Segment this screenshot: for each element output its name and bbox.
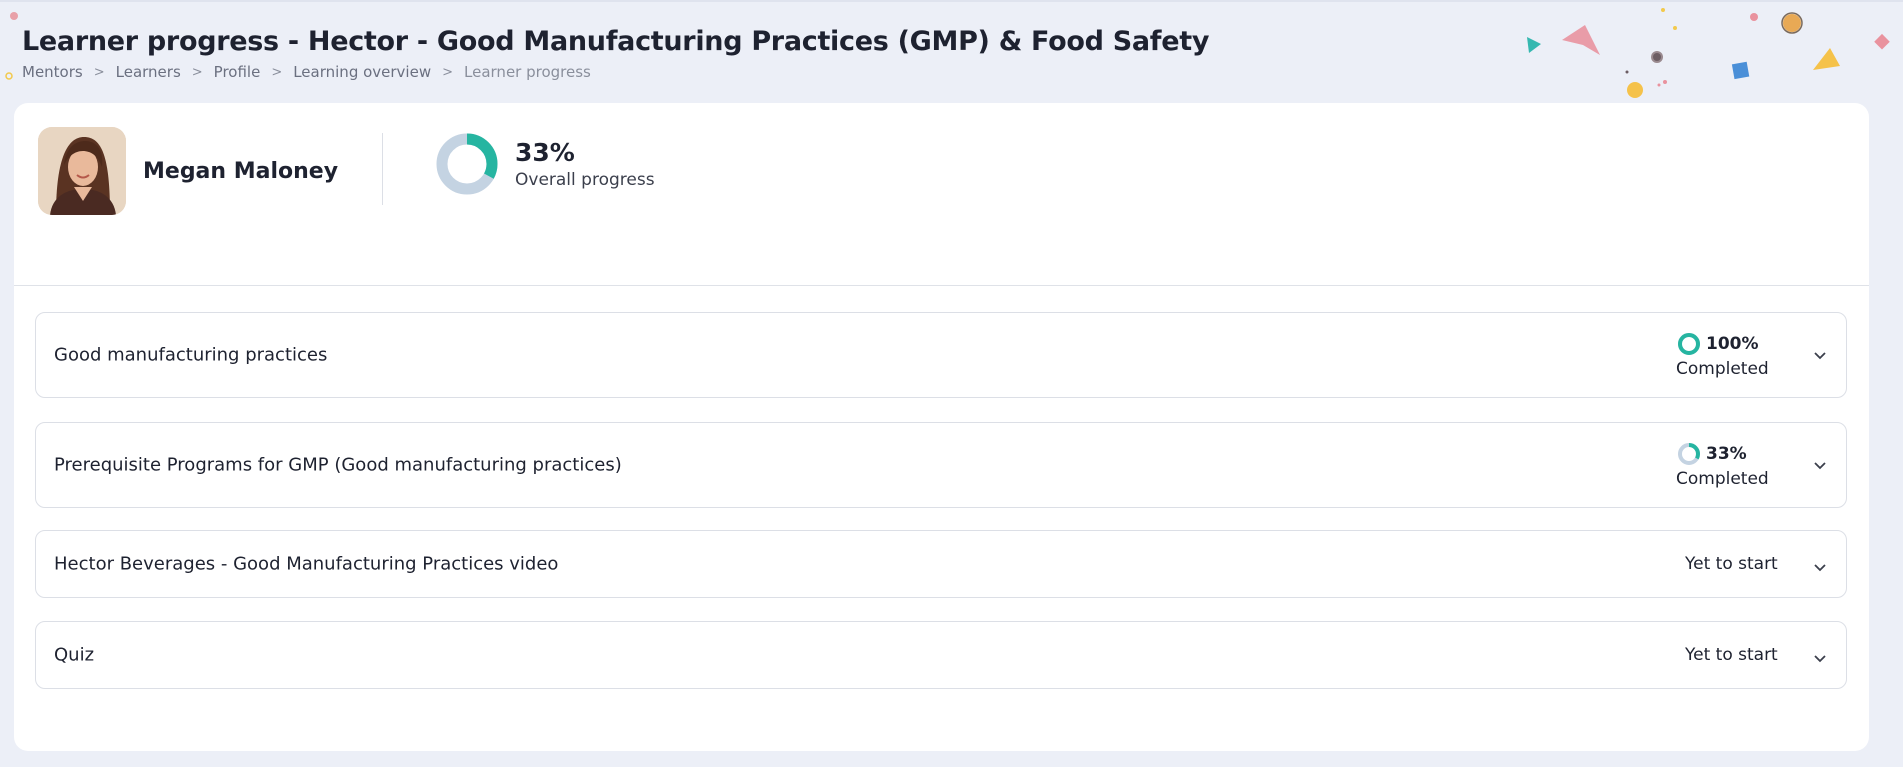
- breadcrumb-learning-overview[interactable]: Learning overview: [293, 63, 431, 81]
- module-progress: 100% Completed: [1676, 331, 1769, 379]
- chevron-down-icon[interactable]: [1812, 347, 1828, 363]
- chevron-right-icon: >: [442, 64, 454, 80]
- overall-progress: 33% Overall progress: [434, 131, 655, 197]
- confetti-decoration: [1527, 8, 1890, 98]
- module-title: Hector Beverages - Good Manufacturing Pr…: [54, 553, 559, 575]
- breadcrumb-profile[interactable]: Profile: [214, 63, 261, 81]
- breadcrumb-learners[interactable]: Learners: [116, 63, 181, 81]
- confetti-decoration-left: [5, 12, 18, 80]
- chevron-right-icon: >: [271, 64, 283, 80]
- chevron-down-icon[interactable]: [1812, 650, 1828, 666]
- module-item[interactable]: Prerequisite Programs for GMP (Good manu…: [35, 422, 1847, 508]
- module-title: Good manufacturing practices: [54, 344, 328, 366]
- module-status: Yet to start: [1685, 554, 1778, 574]
- breadcrumb-mentors[interactable]: Mentors: [22, 63, 83, 81]
- section-divider: [14, 285, 1869, 286]
- chevron-right-icon: >: [93, 64, 105, 80]
- module-item[interactable]: Quiz Yet to start: [35, 621, 1847, 689]
- module-status: Completed: [1676, 469, 1769, 489]
- module-percent: 100%: [1706, 334, 1759, 354]
- divider: [382, 133, 383, 205]
- avatar: [38, 127, 126, 215]
- overall-progress-percent: 33%: [515, 138, 575, 167]
- module-item[interactable]: Good manufacturing practices 100% Comple…: [35, 312, 1847, 398]
- page-title: Learner progress - Hector - Good Manufac…: [22, 26, 1210, 57]
- module-title: Quiz: [54, 644, 95, 666]
- module-percent: 33%: [1706, 444, 1747, 464]
- module-status: Completed: [1676, 359, 1769, 379]
- module-status: Yet to start: [1685, 645, 1778, 665]
- overall-progress-label: Overall progress: [515, 170, 655, 190]
- chevron-down-icon[interactable]: [1812, 457, 1828, 473]
- learner-profile: Megan Maloney: [38, 127, 338, 215]
- breadcrumb: Mentors > Learners > Profile > Learning …: [22, 63, 1209, 81]
- page-header: Learner progress - Hector - Good Manufac…: [22, 26, 1209, 81]
- chevron-down-icon[interactable]: [1812, 559, 1828, 575]
- progress-card: Megan Maloney 33% Overall progress Good …: [14, 103, 1869, 751]
- module-title: Prerequisite Programs for GMP (Good manu…: [54, 454, 622, 476]
- overall-progress-donut: [436, 133, 498, 195]
- breadcrumb-learner-progress: Learner progress: [464, 63, 591, 81]
- module-item[interactable]: Hector Beverages - Good Manufacturing Pr…: [35, 530, 1847, 598]
- progress-ring-icon: [1678, 443, 1700, 465]
- progress-ring-icon: [1678, 333, 1700, 355]
- person-photo-icon: [38, 127, 126, 215]
- learner-name: Megan Maloney: [143, 158, 339, 184]
- chevron-right-icon: >: [191, 64, 203, 80]
- module-progress: 33% Completed: [1676, 441, 1769, 489]
